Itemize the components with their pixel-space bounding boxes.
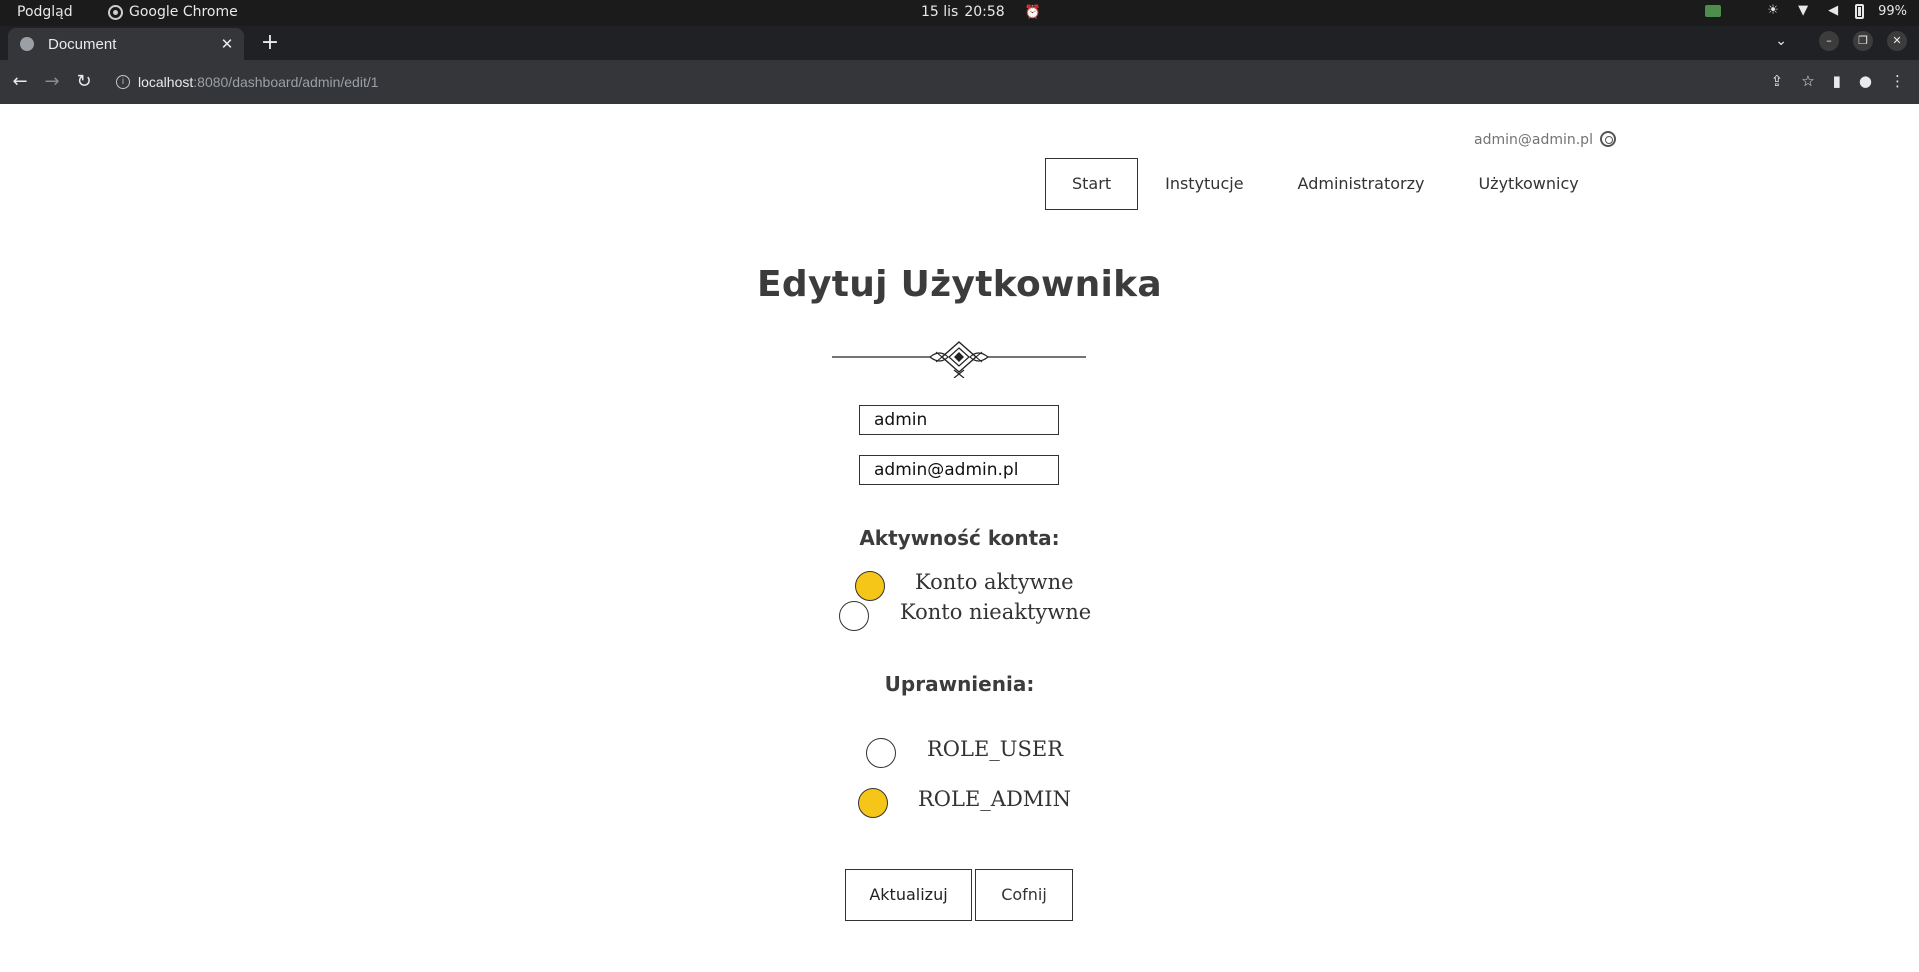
minimize-button[interactable]: – xyxy=(1819,31,1839,51)
back-button[interactable]: ← xyxy=(8,70,32,94)
radio-role-admin[interactable] xyxy=(858,788,888,818)
page-title: Edytuj Użytkownika xyxy=(757,264,1162,305)
profile-icon[interactable]: ● xyxy=(1859,72,1872,90)
shield-icon xyxy=(1705,5,1722,17)
email-field[interactable]: admin@admin.pl xyxy=(859,455,1059,485)
nav-item-start[interactable]: Start xyxy=(1045,158,1139,210)
active-app-label: Google Chrome xyxy=(129,4,238,20)
role-admin-label: ROLE_ADMIN xyxy=(918,787,1071,811)
active-app[interactable]: Google Chrome xyxy=(108,4,238,20)
window-controls: ⌄ – ❐ ✕ xyxy=(1775,31,1907,51)
system-tray[interactable]: ☀ ▼ ◀ 99% xyxy=(1705,3,1907,19)
wifi-icon: ▼ xyxy=(1798,3,1809,18)
update-button[interactable]: Aktualizuj xyxy=(845,869,972,921)
chrome-icon xyxy=(108,4,123,20)
close-window-button[interactable]: ✕ xyxy=(1887,31,1907,51)
battery-icon xyxy=(1855,3,1865,19)
account-inactive-label: Konto nieaktywne xyxy=(900,600,1092,624)
permissions-label: Uprawnienia: xyxy=(884,672,1035,696)
logged-user-email: admin@admin.pl xyxy=(1474,132,1593,148)
browser-tab-strip: Document ✕ + ⌄ – ❐ ✕ xyxy=(0,26,1919,60)
clock[interactable]: 15 lis 20:58 ⏰ xyxy=(921,4,1041,20)
bookmark-star-icon[interactable]: ☆ xyxy=(1801,72,1814,90)
info-icon[interactable]: i xyxy=(116,75,130,89)
address-bar[interactable]: i localhost :8080/dashboard/admin/edit/1 xyxy=(106,66,1816,98)
page-content: admin@admin.pl Start Instytucje Administ… xyxy=(0,104,1919,972)
browser-toolbar: ← → ↻ i localhost :8080/dashboard/admin/… xyxy=(0,60,1919,104)
clock-date: 15 lis xyxy=(921,4,959,20)
radio-account-active[interactable] xyxy=(855,571,885,601)
settings-icon[interactable] xyxy=(1600,131,1616,147)
radio-account-inactive[interactable] xyxy=(839,601,869,631)
url-host: localhost xyxy=(138,74,194,90)
new-tab-button[interactable]: + xyxy=(258,32,282,56)
clock-time: 20:58 xyxy=(964,4,1005,20)
globe-icon xyxy=(20,37,34,51)
close-tab-icon[interactable]: ✕ xyxy=(216,35,238,53)
account-active-label: Konto aktywne xyxy=(915,570,1074,594)
toolbar-actions: ⇪ ☆ ▮ ● ⋮ xyxy=(1771,72,1905,90)
alarm-icon: ⏰ xyxy=(1024,4,1041,20)
url-path: :8080/dashboard/admin/edit/1 xyxy=(193,74,379,90)
brightness-icon: ☀ xyxy=(1767,3,1779,18)
nav-item-institutions[interactable]: Instytucje xyxy=(1138,158,1270,210)
main-nav: Start Instytucje Administratorzy Użytkow… xyxy=(1045,158,1606,210)
share-icon[interactable]: ⇪ xyxy=(1771,72,1784,90)
volume-icon: ◀ xyxy=(1828,3,1839,18)
chevron-down-icon[interactable]: ⌄ xyxy=(1775,33,1787,49)
ornament-divider xyxy=(832,341,1086,378)
restore-button[interactable]: ❐ xyxy=(1853,31,1873,51)
os-top-bar: Podgląd Google Chrome 15 lis 20:58 ⏰ ☀ ▼… xyxy=(0,0,1919,26)
radio-role-user[interactable] xyxy=(866,738,896,768)
app-menu[interactable]: Podgląd xyxy=(17,4,73,20)
role-user-label: ROLE_USER xyxy=(927,737,1064,761)
back-button-page[interactable]: Cofnij xyxy=(975,869,1073,921)
tab-title: Document xyxy=(48,35,117,53)
forward-button[interactable]: → xyxy=(40,70,64,94)
nav-item-admins[interactable]: Administratorzy xyxy=(1271,158,1452,210)
browser-tab[interactable]: Document ✕ xyxy=(8,28,244,60)
reload-button[interactable]: ↻ xyxy=(72,70,96,94)
menu-kebab-icon[interactable]: ⋮ xyxy=(1890,72,1905,90)
side-panel-icon[interactable]: ▮ xyxy=(1833,72,1841,90)
battery-level: 99% xyxy=(1878,3,1907,19)
login-field[interactable]: admin xyxy=(859,405,1059,435)
nav-item-users[interactable]: Użytkownicy xyxy=(1451,158,1605,210)
account-activity-label: Aktywność konta: xyxy=(859,526,1060,550)
